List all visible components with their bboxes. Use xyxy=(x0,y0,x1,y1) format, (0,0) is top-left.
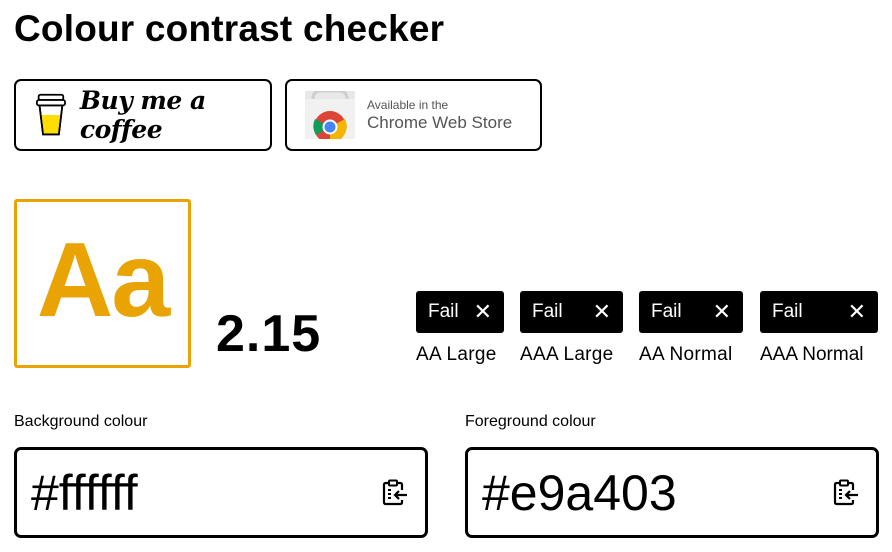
status-badge: Fail ✕ xyxy=(639,291,743,333)
buy-me-a-coffee-button[interactable]: Buy me a coffee xyxy=(14,79,272,151)
preview-sample-text: Aa xyxy=(36,221,171,339)
chrome-web-store-button[interactable]: Available in the Chrome Web Store xyxy=(285,79,542,151)
cws-store-label: Chrome Web Store xyxy=(367,112,513,132)
background-colour-label: Background colour xyxy=(14,413,148,430)
background-colour-field xyxy=(14,447,428,538)
status-text: Fail xyxy=(651,301,682,322)
clipboard-paste-icon[interactable] xyxy=(381,479,409,507)
buy-me-a-coffee-label: Buy me a coffee xyxy=(79,86,206,144)
result-label: AA Normal xyxy=(639,344,733,365)
result-label: AAA Normal xyxy=(760,344,864,365)
status-badge: Fail ✕ xyxy=(520,291,623,333)
close-icon: ✕ xyxy=(847,299,866,324)
chrome-web-store-icon xyxy=(305,91,355,139)
page-title: Colour contrast checker xyxy=(14,8,445,49)
clipboard-paste-icon[interactable] xyxy=(832,479,860,507)
close-icon: ✕ xyxy=(592,299,611,324)
result-label: AA Large xyxy=(416,344,497,365)
contrast-ratio: 2.15 xyxy=(216,305,322,363)
foreground-colour-input[interactable] xyxy=(482,463,802,522)
cws-available-label: Available in the xyxy=(367,97,449,112)
result-aa-normal: Fail ✕ AA Normal xyxy=(639,291,743,366)
result-label: AAA Large xyxy=(520,344,614,365)
foreground-colour-field xyxy=(465,447,879,538)
close-icon: ✕ xyxy=(473,299,492,324)
coffee-cup-icon xyxy=(36,93,66,136)
status-text: Fail xyxy=(532,301,563,322)
result-aa-large: Fail ✕ AA Large xyxy=(416,291,504,366)
result-aaa-large: Fail ✕ AAA Large xyxy=(520,291,623,366)
status-text: Fail xyxy=(428,301,459,322)
status-text: Fail xyxy=(772,301,803,322)
status-badge: Fail ✕ xyxy=(760,291,878,333)
status-badge: Fail ✕ xyxy=(416,291,504,333)
close-icon: ✕ xyxy=(712,299,731,324)
background-colour-input[interactable] xyxy=(31,463,351,522)
result-aaa-normal: Fail ✕ AAA Normal xyxy=(760,291,878,366)
foreground-colour-label: Foreground colour xyxy=(465,413,596,430)
contrast-preview: Aa xyxy=(14,199,191,368)
